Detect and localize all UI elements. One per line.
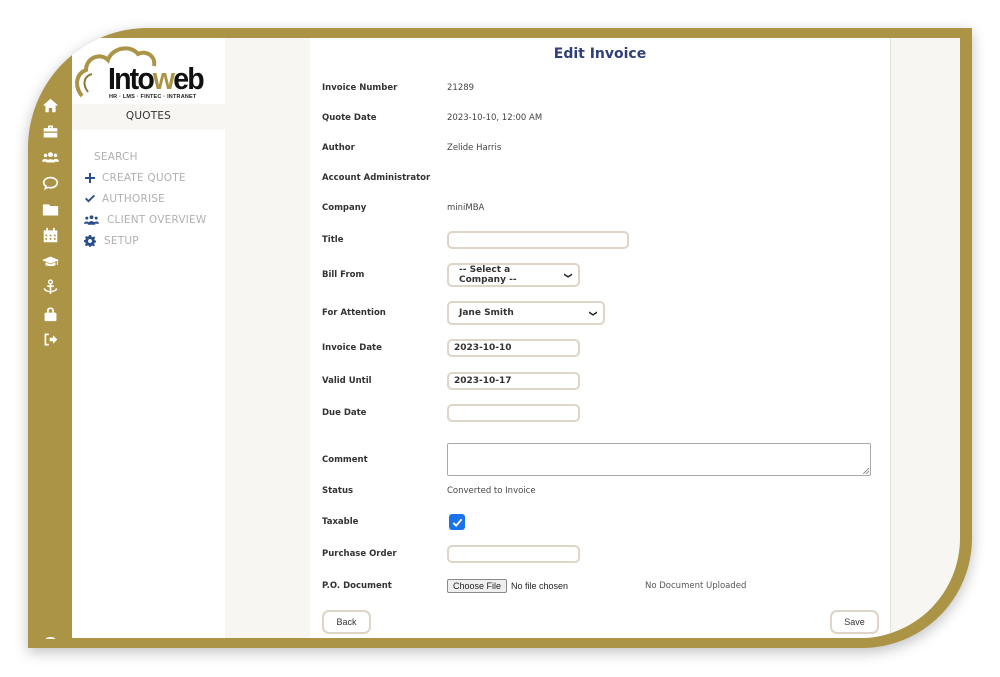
author-label: Author (322, 143, 355, 153)
partial-icon[interactable] (28, 625, 72, 645)
choose-file-button[interactable]: Choose File (447, 579, 508, 593)
quote-date-row: Quote Date 2023-10-10, 12:00 AM (322, 107, 542, 129)
save-button[interactable]: Save (830, 610, 879, 634)
bill-from-select[interactable]: -- Select a Company -- ❯ (447, 263, 580, 287)
sidebar: Intoweb HR · LMS · FINTEC · INTRANET QUO… (72, 38, 225, 638)
sidebar-item-search[interactable]: SEARCH (84, 146, 206, 167)
comment-row: Comment (322, 443, 871, 476)
sidebar-item-label: SETUP (104, 234, 139, 247)
sidebar-item-client-overview[interactable]: CLIENT OVERVIEW (84, 209, 206, 230)
due-date-label: Due Date (322, 408, 367, 418)
title-row: Title (322, 229, 629, 251)
for-attention-row: For Attention Jane Smith ❯ (322, 301, 605, 325)
upload-status: No Document Uploaded (645, 581, 747, 591)
sidebar-item-create-quote[interactable]: CREATE QUOTE (84, 167, 206, 188)
bill-from-value: -- Select a Company -- (459, 265, 517, 285)
page-title: Edit Invoice (553, 46, 647, 62)
taxable-label: Taxable (322, 517, 359, 527)
company-label: Company (322, 203, 367, 213)
users-icon (84, 214, 107, 226)
sidebar-item-setup[interactable]: SETUP (84, 230, 206, 251)
intoweb-logo[interactable]: Intoweb HR · LMS · FINTEC · INTRANET (72, 38, 225, 104)
bill-from-row: Bill From -- Select a Company -- ❯ (322, 263, 580, 287)
author-row: Author Zelide Harris (322, 137, 501, 159)
anchor-icon[interactable] (28, 277, 72, 297)
valid-until-input[interactable]: 2023-10-17 (447, 372, 580, 390)
logo-tagline: HR · LMS · FINTEC · INTRANET (109, 94, 197, 100)
po-document-row: P.O. Document Choose File No file chosen… (322, 575, 882, 597)
icon-rail (28, 28, 72, 648)
chat-icon[interactable] (28, 173, 72, 193)
calendar-icon[interactable] (28, 225, 72, 245)
resize-grip-icon[interactable] (863, 468, 869, 474)
due-date-input[interactable] (447, 404, 580, 422)
sidebar-item-authorise[interactable]: AUTHORISE (84, 188, 206, 209)
check-icon (452, 518, 462, 527)
status-label: Status (322, 486, 354, 496)
due-date-row: Due Date (322, 402, 580, 424)
users-icon[interactable] (28, 147, 72, 167)
purchase-order-row: Purchase Order (322, 543, 580, 565)
content-area: Intoweb HR · LMS · FINTEC · INTRANET QUO… (72, 38, 960, 638)
company-row: Company miniMBA (322, 197, 484, 219)
back-button[interactable]: Back (322, 610, 371, 634)
for-attention-label: For Attention (322, 308, 386, 318)
sidebar-nav: SEARCH CREATE QUOTE AUTHORISE CLIENT OVE… (84, 146, 206, 251)
check-icon (84, 193, 102, 205)
sign-out-icon[interactable] (28, 329, 72, 349)
chevron-down-icon: ❯ (564, 271, 574, 279)
for-attention-select[interactable]: Jane Smith ❯ (447, 301, 605, 325)
graduation-cap-icon[interactable] (28, 251, 72, 271)
file-status: No file chosen (511, 581, 569, 591)
bill-from-label: Bill From (322, 270, 365, 280)
plus-icon (84, 172, 102, 184)
purchase-order-label: Purchase Order (322, 549, 397, 559)
account-admin-row: Account Administrator (322, 167, 447, 189)
comment-label: Comment (322, 454, 368, 465)
invoice-date-row: Invoice Date 2023-10-10 (322, 337, 580, 359)
home-icon[interactable] (28, 95, 72, 115)
author-value: Zelide Harris (447, 143, 502, 153)
briefcase-icon[interactable] (28, 121, 72, 141)
valid-until-row: Valid Until 2023-10-17 (322, 370, 580, 392)
edit-invoice-card: Edit Invoice Invoice Number 21289 Quote … (310, 38, 890, 638)
app-frame: Intoweb HR · LMS · FINTEC · INTRANET QUO… (28, 28, 972, 648)
po-document-label: P.O. Document (322, 581, 392, 591)
taxable-row: Taxable (322, 511, 465, 533)
folder-icon[interactable] (28, 199, 72, 219)
for-attention-value: Jane Smith (459, 308, 514, 318)
gear-icon (84, 234, 104, 247)
invoice-number-label: Invoice Number (322, 83, 398, 93)
logo-wordmark: Intoweb (108, 61, 205, 96)
sidebar-title: QUOTES (125, 110, 172, 122)
invoice-number-row: Invoice Number 21289 (322, 77, 474, 99)
invoice-date-input[interactable]: 2023-10-10 (447, 339, 580, 357)
valid-until-label: Valid Until (322, 376, 372, 386)
taxable-checkbox[interactable] (449, 514, 465, 530)
lock-icon[interactable] (28, 303, 72, 323)
title-label: Title (322, 235, 344, 245)
account-admin-label: Account Administrator (322, 173, 431, 183)
chevron-down-icon: ❯ (589, 309, 599, 317)
status-value: Converted to Invoice (447, 486, 536, 496)
right-divider (890, 38, 891, 638)
status-row: Status Converted to Invoice (322, 480, 536, 502)
sidebar-item-label: CREATE QUOTE (102, 171, 186, 184)
quote-date-label: Quote Date (322, 113, 377, 123)
company-value: miniMBA (447, 203, 485, 213)
comment-textarea[interactable] (447, 443, 871, 476)
title-input[interactable] (447, 231, 629, 249)
sidebar-item-label: AUTHORISE (102, 192, 165, 205)
purchase-order-input[interactable] (447, 545, 580, 563)
invoice-date-label: Invoice Date (322, 343, 382, 353)
quote-date-value: 2023-10-10, 12:00 AM (447, 113, 543, 123)
sidebar-item-label: SEARCH (94, 150, 138, 163)
invoice-number-value: 21289 (447, 83, 475, 93)
sidebar-item-label: CLIENT OVERVIEW (107, 213, 207, 226)
